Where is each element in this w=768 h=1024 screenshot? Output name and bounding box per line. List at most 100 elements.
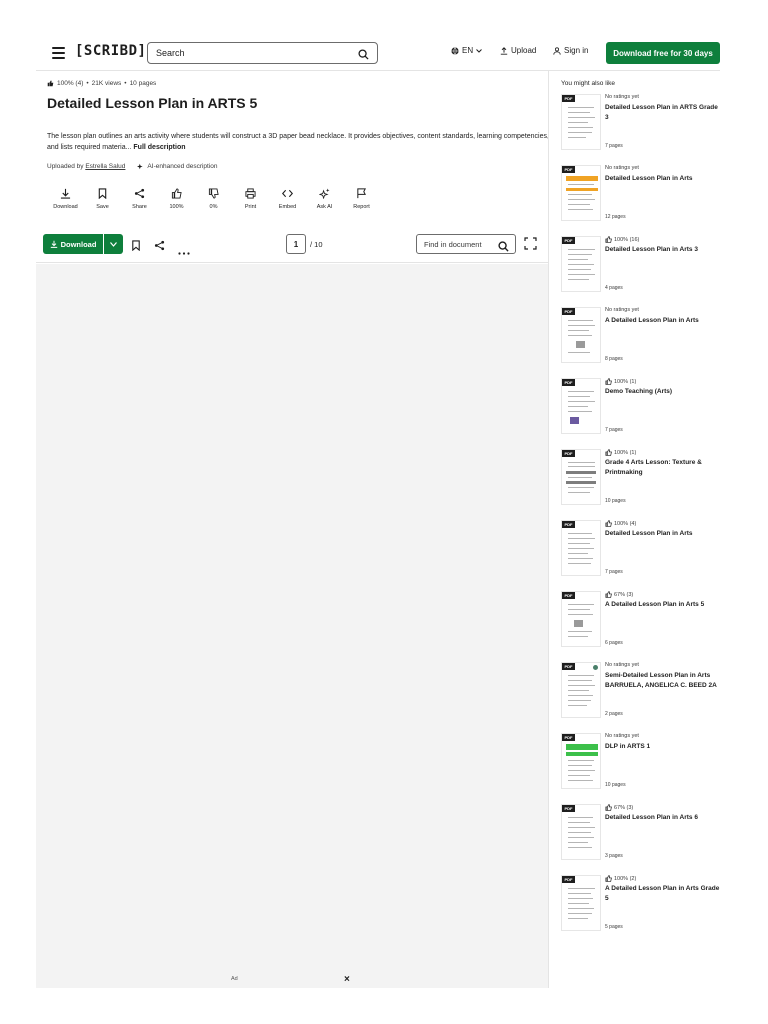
item-title[interactable]: Detailed Lesson Plan in Arts bbox=[605, 529, 721, 539]
item-rating-value: 100% (1) bbox=[614, 449, 637, 456]
pdf-badge: PDF bbox=[562, 308, 575, 315]
sign-in-link[interactable]: Sign in bbox=[553, 46, 588, 55]
embed-action[interactable]: Embed bbox=[269, 188, 306, 210]
thumbs-up-icon bbox=[605, 520, 612, 527]
free-trial-button[interactable]: Download free for 30 days bbox=[606, 42, 720, 64]
recommendation-item[interactable]: PDF 67% (3) A Detailed Lesson Plan in Ar… bbox=[561, 591, 721, 662]
close-ad-button[interactable]: × bbox=[344, 974, 350, 985]
search-icon[interactable] bbox=[358, 47, 369, 65]
thumbs-up-icon bbox=[605, 378, 612, 385]
item-rating-value: 100% (4) bbox=[614, 520, 637, 527]
like-action[interactable]: 100% bbox=[158, 188, 195, 210]
dislike-action-label: 0% bbox=[209, 204, 218, 210]
report-action[interactable]: Report bbox=[343, 188, 380, 210]
page-number-input[interactable]: 1 bbox=[286, 234, 306, 254]
download-action-label: Download bbox=[53, 204, 78, 210]
print-action[interactable]: Print bbox=[232, 188, 269, 210]
search-box[interactable] bbox=[147, 42, 378, 64]
bookmark-icon bbox=[132, 240, 140, 252]
item-title[interactable]: Detailed Lesson Plan in Arts 6 bbox=[605, 813, 721, 823]
save-button[interactable] bbox=[131, 238, 141, 256]
document-thumbnail[interactable]: PDF bbox=[561, 662, 601, 718]
share-button[interactable] bbox=[154, 238, 165, 256]
more-options-button[interactable] bbox=[178, 242, 190, 260]
full-description-link[interactable]: Full description bbox=[133, 144, 185, 151]
recommendation-item[interactable]: PDF No ratings yet Detailed Lesson Plan … bbox=[561, 94, 721, 165]
chevron-down-icon bbox=[110, 241, 117, 247]
recommendation-item[interactable]: PDF 100% (1) Grade 4 Arts Lesson: Textur… bbox=[561, 449, 721, 520]
fullscreen-button[interactable] bbox=[524, 237, 537, 255]
item-rating: 100% (16) bbox=[605, 236, 639, 243]
item-title[interactable]: DLP in ARTS 1 bbox=[605, 742, 721, 752]
document-thumbnail[interactable]: PDF bbox=[561, 733, 601, 789]
item-title[interactable]: Detailed Lesson Plan in Arts 3 bbox=[605, 245, 721, 255]
document-thumbnail[interactable]: PDF bbox=[561, 307, 601, 363]
download-icon bbox=[50, 240, 57, 248]
language-selector[interactable]: EN bbox=[451, 46, 482, 55]
download-main[interactable]: Download bbox=[43, 234, 104, 254]
document-thumbnail[interactable]: PDF bbox=[561, 804, 601, 860]
recommendation-item[interactable]: PDF No ratings yet A Detailed Lesson Pla… bbox=[561, 307, 721, 378]
document-thumbnail[interactable]: PDF bbox=[561, 449, 601, 505]
ask-ai-action[interactable]: Ask AI bbox=[306, 188, 343, 210]
recommendation-item[interactable]: PDF 100% (2) A Detailed Lesson Plan in A… bbox=[561, 875, 721, 946]
share-action[interactable]: Share bbox=[121, 188, 158, 210]
views-text: 21K views bbox=[91, 80, 122, 87]
item-pages: 7 pages bbox=[605, 427, 623, 433]
item-title[interactable]: Detailed Lesson Plan in ARTS Grade 3 bbox=[605, 103, 721, 123]
item-title[interactable]: Grade 4 Arts Lesson: Texture & Printmaki… bbox=[605, 458, 721, 478]
item-rating: 100% (1) bbox=[605, 378, 636, 385]
document-thumbnail[interactable]: PDF bbox=[561, 236, 601, 292]
search-input[interactable] bbox=[156, 46, 346, 60]
item-title[interactable]: A Detailed Lesson Plan in Arts bbox=[605, 316, 721, 326]
search-icon[interactable] bbox=[498, 239, 509, 257]
recommendation-item[interactable]: PDF No ratings yet Semi-Detailed Lesson … bbox=[561, 662, 721, 733]
item-rating: No ratings yet bbox=[605, 165, 639, 171]
save-action[interactable]: Save bbox=[84, 188, 121, 210]
scribd-logo[interactable]: [SCRIBD] bbox=[75, 43, 146, 59]
pdf-badge: PDF bbox=[562, 166, 575, 173]
item-title[interactable]: A Detailed Lesson Plan in Arts Grade 5 bbox=[605, 884, 721, 904]
thumbs-up-icon bbox=[605, 804, 612, 811]
pdf-badge: PDF bbox=[562, 592, 575, 599]
document-thumbnail[interactable]: PDF bbox=[561, 165, 601, 221]
document-viewer[interactable] bbox=[36, 264, 548, 974]
upload-link[interactable]: Upload bbox=[500, 46, 536, 55]
like-action-label: 100% bbox=[169, 204, 184, 210]
recommendation-item[interactable]: PDF No ratings yet DLP in ARTS 1 10 page… bbox=[561, 733, 721, 804]
thumbs-down-icon bbox=[208, 188, 219, 199]
recommendation-item[interactable]: PDF 100% (1) Demo Teaching (Arts) 7 page… bbox=[561, 378, 721, 449]
dislike-action[interactable]: 0% bbox=[195, 188, 232, 210]
item-title[interactable]: Semi-Detailed Lesson Plan in Arts BARRUE… bbox=[605, 671, 721, 691]
download-button[interactable]: Download bbox=[43, 234, 123, 254]
document-thumbnail[interactable]: PDF bbox=[561, 520, 601, 576]
document-thumbnail[interactable]: PDF bbox=[561, 591, 601, 647]
item-pages: 7 pages bbox=[605, 143, 623, 149]
seal-icon bbox=[593, 665, 598, 670]
recommendation-item[interactable]: PDF 100% (16) Detailed Lesson Plan in Ar… bbox=[561, 236, 721, 307]
thumbs-up-icon bbox=[47, 80, 54, 87]
recommendation-item[interactable]: PDF 100% (4) Detailed Lesson Plan in Art… bbox=[561, 520, 721, 591]
item-title[interactable]: Demo Teaching (Arts) bbox=[605, 387, 721, 397]
document-thumbnail[interactable]: PDF bbox=[561, 378, 601, 434]
fullscreen-icon bbox=[524, 237, 537, 250]
find-in-document-input[interactable] bbox=[424, 239, 494, 250]
download-options-toggle[interactable] bbox=[104, 241, 123, 247]
find-in-document-box[interactable] bbox=[416, 234, 516, 254]
item-rating: 100% (2) bbox=[605, 875, 636, 882]
recommendation-item[interactable]: PDF 67% (3) Detailed Lesson Plan in Arts… bbox=[561, 804, 721, 875]
document-thumbnail[interactable]: PDF bbox=[561, 875, 601, 931]
item-title[interactable]: Detailed Lesson Plan in Arts bbox=[605, 174, 721, 184]
uploader-link[interactable]: Estrella Salud bbox=[85, 163, 125, 170]
download-action[interactable]: Download bbox=[47, 188, 84, 210]
item-title[interactable]: A Detailed Lesson Plan in Arts 5 bbox=[605, 600, 721, 610]
recommendation-item[interactable]: PDF No ratings yet Detailed Lesson Plan … bbox=[561, 165, 721, 236]
thumbs-up-icon bbox=[171, 188, 182, 199]
ad-bar: Ad × bbox=[36, 974, 548, 988]
menu-icon[interactable] bbox=[52, 47, 65, 59]
embed-icon bbox=[282, 189, 293, 198]
document-meta: 100% (4) • 21K views • 10 pages bbox=[47, 80, 156, 87]
ad-label: Ad bbox=[231, 976, 238, 982]
document-thumbnail[interactable]: PDF bbox=[561, 94, 601, 150]
sign-in-label: Sign in bbox=[564, 46, 589, 55]
